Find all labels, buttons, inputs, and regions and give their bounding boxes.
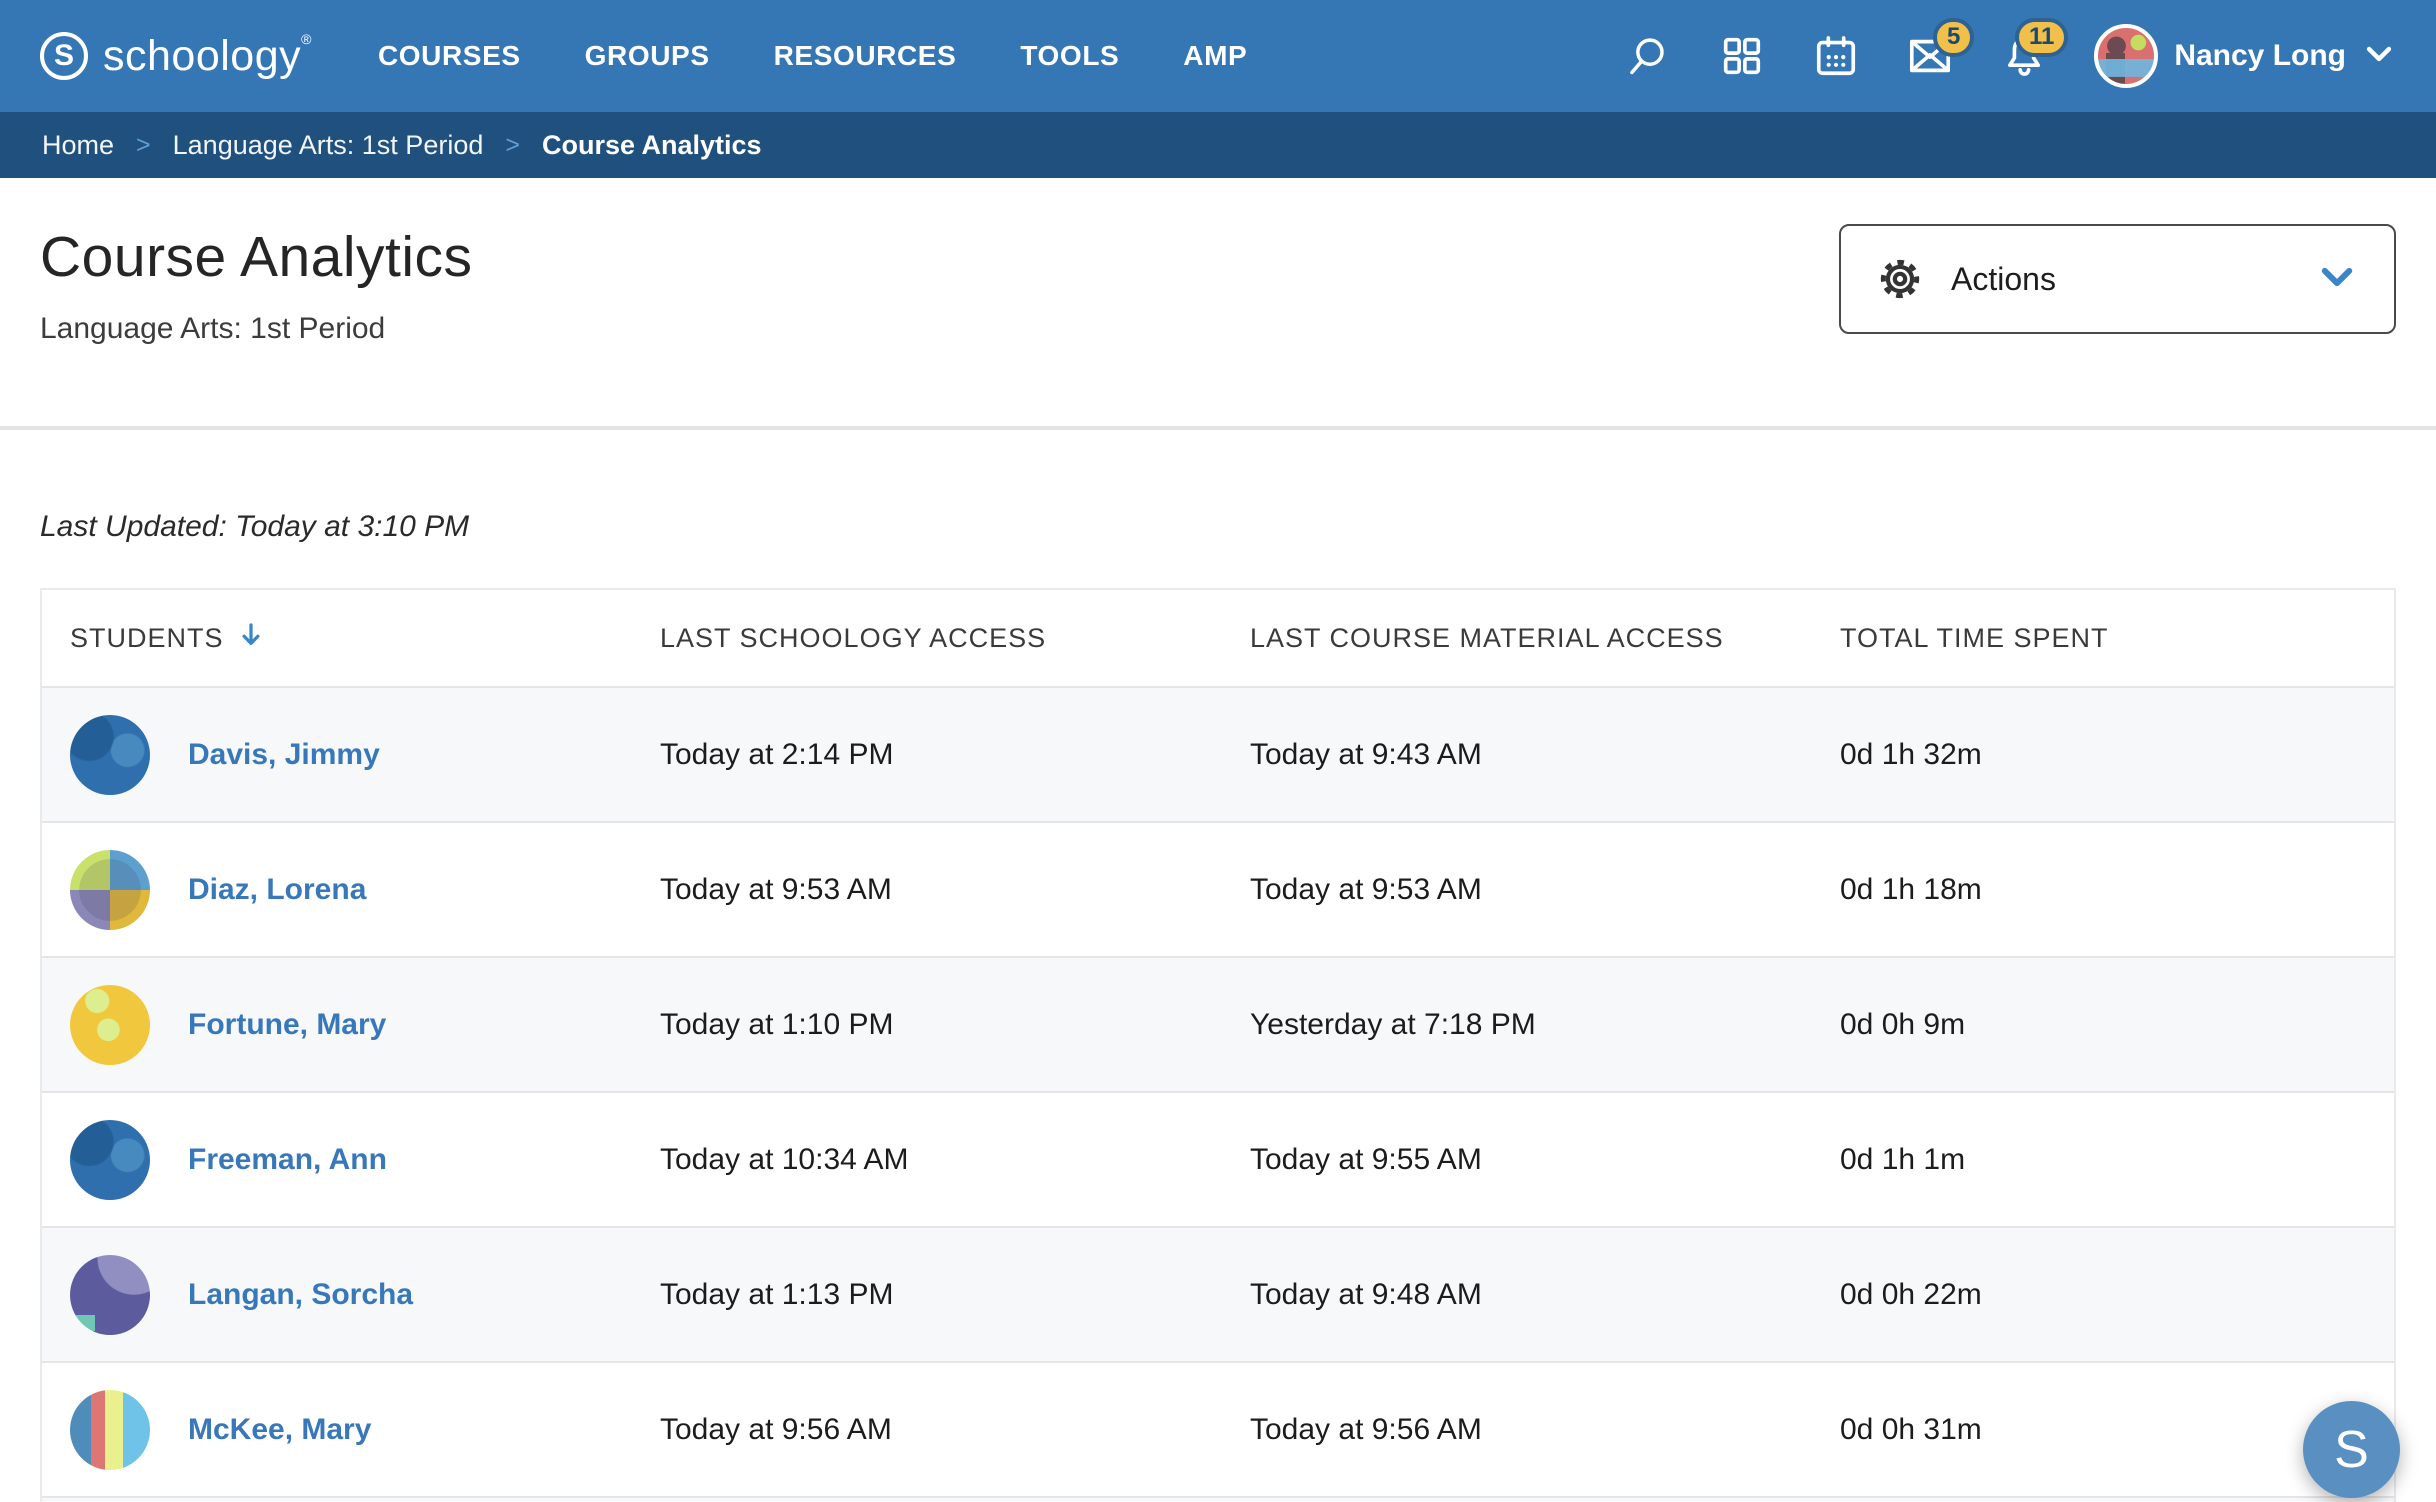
student-name-link[interactable]: Diaz, Lorena: [188, 873, 366, 907]
chevron-down-icon: [2316, 256, 2358, 303]
nav-tools[interactable]: TOOLS: [1020, 40, 1119, 72]
table-row: Davis, Jimmy Today at 2:14 PM Today at 9…: [42, 686, 2394, 821]
notifications-badge: 11: [2014, 18, 2069, 57]
last-schoology-access-cell: Today at 9:53 AM: [660, 872, 892, 906]
table-row: Freeman, Ann Today at 10:34 AM Today at …: [42, 1091, 2394, 1226]
student-name-link[interactable]: McKee, Mary: [188, 1413, 371, 1447]
student-cell: Fortune, Mary: [70, 984, 660, 1065]
student-cell: Davis, Jimmy: [70, 714, 660, 795]
student-avatar[interactable]: [70, 1254, 150, 1335]
student-name-link[interactable]: Freeman, Ann: [188, 1143, 387, 1177]
schoology-logo[interactable]: S schoology®: [40, 31, 312, 81]
app-grid-icon[interactable]: [1718, 32, 1766, 80]
nav-courses[interactable]: COURSES: [378, 40, 521, 72]
table-row: Fortune, Mary Today at 1:10 PM Yesterday…: [42, 956, 2394, 1091]
breadcrumb-current-page: Course Analytics: [541, 129, 762, 160]
last-schoology-access-cell: Today at 1:10 PM: [660, 1007, 894, 1041]
student-cell: McKee, Mary: [70, 1389, 660, 1470]
student-name-link[interactable]: Davis, Jimmy: [188, 738, 380, 772]
analytics-table: STUDENTS LAST SCHOOLOGY ACCESS LAST COUR…: [40, 588, 2396, 1502]
student-avatar[interactable]: [70, 1119, 150, 1200]
column-header-total-time[interactable]: TOTAL TIME SPENT: [1840, 623, 2394, 654]
user-name: Nancy Long: [2174, 39, 2346, 72]
last-updated-text: Last Updated: Today at 3:10 PM: [40, 510, 470, 543]
table-row-partial: [42, 1496, 2394, 1502]
column-header-students[interactable]: STUDENTS: [70, 620, 660, 657]
nav-groups[interactable]: GROUPS: [585, 40, 710, 72]
total-time-spent-cell: 0d 1h 1m: [1840, 1142, 1966, 1176]
messages-badge: 5: [1932, 18, 1975, 57]
actions-button-label: Actions: [1951, 260, 2056, 297]
last-material-access-cell: Yesterday at 7:18 PM: [1250, 1007, 1536, 1041]
nav-resources[interactable]: RESOURCES: [774, 40, 957, 72]
table-row: Diaz, Lorena Today at 9:53 AM Today at 9…: [42, 821, 2394, 956]
search-icon[interactable]: [1624, 32, 1672, 80]
support-fab-button[interactable]: S: [2303, 1401, 2400, 1498]
student-avatar[interactable]: [70, 714, 150, 795]
primary-nav: COURSES GROUPS RESOURCES TOOLS AMP: [378, 40, 1247, 72]
student-name-link[interactable]: Fortune, Mary: [188, 1008, 386, 1042]
breadcrumb-course[interactable]: Language Arts: 1st Period: [173, 130, 484, 161]
column-header-last-schoology-access[interactable]: LAST SCHOOLOGY ACCESS: [660, 623, 1250, 654]
breadcrumb-home[interactable]: Home: [42, 130, 114, 161]
total-time-spent-cell: 0d 1h 18m: [1840, 872, 1982, 906]
table-row: Langan, Sorcha Today at 1:13 PM Today at…: [42, 1226, 2394, 1361]
column-header-last-material-access[interactable]: LAST COURSE MATERIAL ACCESS: [1250, 623, 1840, 654]
student-avatar[interactable]: [70, 984, 150, 1065]
student-cell: Langan, Sorcha: [70, 1254, 660, 1335]
page-subtitle: Language Arts: 1st Period: [40, 312, 386, 345]
support-fab-label: S: [2334, 1420, 2369, 1479]
sort-descending-icon: [236, 620, 266, 657]
table-row: McKee, Mary Today at 9:56 AM Today at 9:…: [42, 1361, 2394, 1496]
last-material-access-cell: Today at 9:53 AM: [1250, 872, 1482, 906]
user-avatar: [2094, 24, 2159, 88]
gear-icon: [1880, 259, 1920, 299]
breadcrumb: Home > Language Arts: 1st Period > Cours…: [0, 112, 2436, 178]
last-material-access-cell: Today at 9:56 AM: [1250, 1412, 1482, 1446]
actions-button[interactable]: Actions: [1839, 224, 2396, 334]
total-time-spent-cell: 0d 0h 9m: [1840, 1007, 1966, 1041]
main-content: Last Updated: Today at 3:10 PM STUDENTS …: [0, 510, 2436, 1502]
student-name-link[interactable]: Langan, Sorcha: [188, 1278, 413, 1312]
last-schoology-access-cell: Today at 2:14 PM: [660, 737, 894, 771]
table-body: Davis, Jimmy Today at 2:14 PM Today at 9…: [42, 686, 2394, 1496]
user-menu[interactable]: Nancy Long: [2094, 24, 2396, 88]
notifications-bell-icon[interactable]: 11: [2000, 18, 2069, 80]
student-avatar[interactable]: [70, 849, 150, 930]
total-time-spent-cell: 0d 0h 22m: [1840, 1277, 1982, 1311]
trademark-symbol: ®: [301, 31, 312, 47]
breadcrumb-separator: >: [136, 130, 151, 159]
chevron-down-icon: [2362, 37, 2396, 76]
breadcrumb-separator: >: [505, 130, 520, 159]
student-avatar[interactable]: [70, 1389, 150, 1470]
page-header: Course Analytics Language Arts: 1st Peri…: [0, 178, 2436, 430]
top-navbar: S schoology® COURSES GROUPS RESOURCES TO…: [0, 0, 2436, 112]
schoology-wordmark: schoology®: [103, 31, 312, 80]
total-time-spent-cell: 0d 1h 32m: [1840, 737, 1982, 771]
last-schoology-access-cell: Today at 1:13 PM: [660, 1277, 894, 1311]
schoology-logo-icon: S: [40, 32, 88, 80]
calendar-icon[interactable]: [1812, 32, 1860, 80]
nav-amp[interactable]: AMP: [1183, 40, 1247, 72]
last-material-access-cell: Today at 9:55 AM: [1250, 1142, 1482, 1176]
last-schoology-access-cell: Today at 9:56 AM: [660, 1412, 892, 1446]
student-cell: Freeman, Ann: [70, 1119, 660, 1200]
last-schoology-access-cell: Today at 10:34 AM: [660, 1142, 909, 1176]
page-title: Course Analytics: [40, 225, 473, 289]
table-header-row: STUDENTS LAST SCHOOLOGY ACCESS LAST COUR…: [42, 590, 2394, 686]
messages-envelope-icon[interactable]: 5: [1906, 18, 1975, 80]
student-cell: Diaz, Lorena: [70, 849, 660, 930]
last-material-access-cell: Today at 9:43 AM: [1250, 737, 1482, 771]
nav-utilities: 5 11 Nancy Long: [1624, 18, 2396, 88]
last-material-access-cell: Today at 9:48 AM: [1250, 1277, 1482, 1311]
